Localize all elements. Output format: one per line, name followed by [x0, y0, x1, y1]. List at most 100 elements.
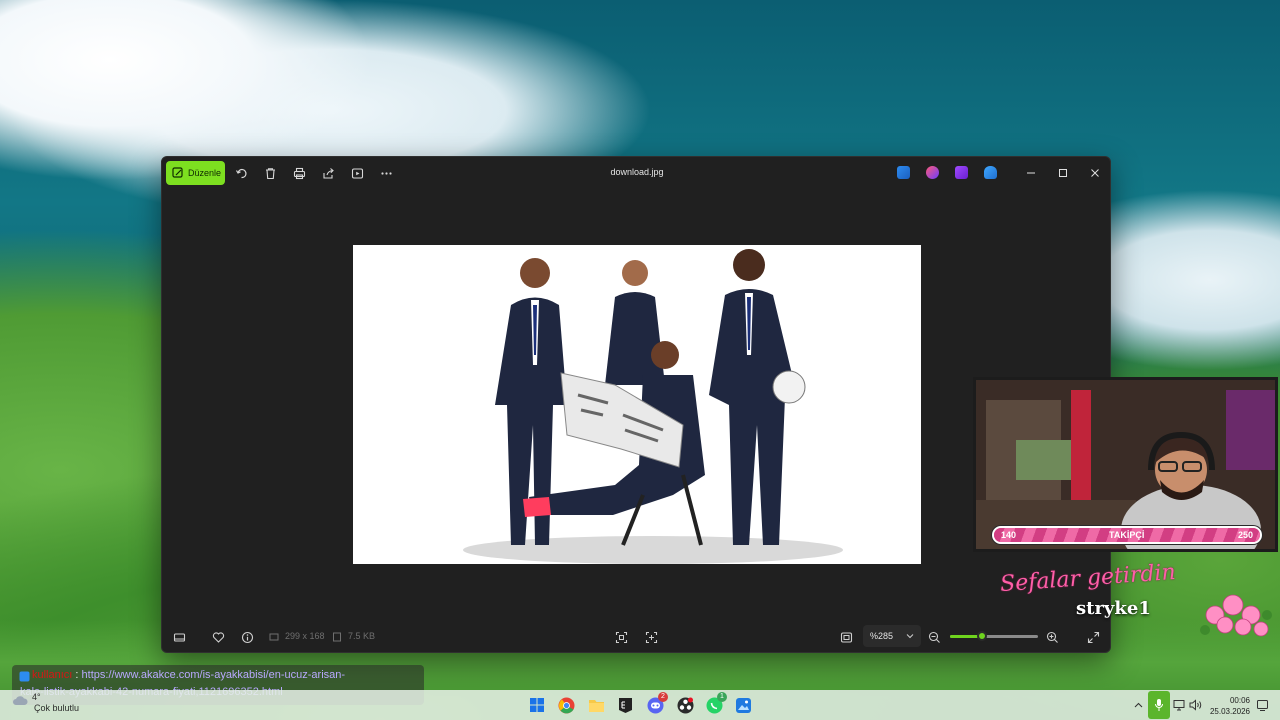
clipchamp-icon[interactable] [926, 166, 939, 179]
follower-goal-bar: 140 TAKİPÇİ 250 [992, 526, 1262, 544]
close-button[interactable] [1085, 163, 1105, 183]
window-title: download.jpg [610, 167, 664, 177]
volume-status[interactable] [1188, 696, 1204, 714]
share-icon [322, 167, 334, 179]
obs-icon [677, 697, 693, 713]
visual-search-icon [645, 631, 657, 643]
favorite-icon [212, 631, 224, 643]
whatsapp-badge: 1 [717, 692, 727, 702]
crop-icon [615, 631, 627, 643]
displayed-photo [353, 245, 921, 564]
tray-overflow-button[interactable] [1130, 696, 1146, 714]
taskbar-chrome[interactable] [556, 695, 576, 715]
info-button[interactable] [239, 629, 255, 645]
zoom-in-icon [1046, 631, 1058, 643]
onedrive-icon[interactable] [984, 166, 997, 179]
edit-icon [172, 167, 183, 178]
taskbar-clock[interactable]: 00:06 25.03.2026 [1206, 695, 1250, 717]
maximize-icon [1059, 169, 1067, 177]
chevron-up-icon [1134, 702, 1142, 707]
photos-icon [735, 697, 751, 713]
file-size: 7.5 KB [348, 631, 376, 641]
share-button[interactable] [318, 163, 338, 183]
weather-label: Çok bulutlu [34, 703, 80, 713]
windows-logo-icon [530, 698, 544, 712]
discord-badge: 2 [658, 692, 668, 702]
print-button[interactable] [289, 163, 309, 183]
follower-label: TAKİPÇİ [1109, 530, 1145, 540]
app-icon [19, 671, 30, 682]
zoom-slider[interactable] [950, 631, 1038, 641]
clock-date: 25.03.2026 [1209, 707, 1250, 716]
follower-min: 140 [1001, 530, 1017, 540]
follower-max: 250 [1237, 530, 1253, 540]
weather-widget[interactable]: 4° Çok bulutlu [12, 692, 79, 713]
rotate-icon [235, 168, 247, 178]
fullscreen-icon [1087, 631, 1099, 643]
zoom-out-button[interactable] [926, 629, 942, 645]
zoom-in-button[interactable] [1044, 629, 1060, 645]
flower-decoration-icon [1200, 594, 1272, 637]
zoom-dropdown[interactable]: %285 [863, 625, 921, 647]
file-size-icon [333, 632, 341, 642]
network-status[interactable] [1172, 696, 1188, 714]
zoom-value: %285 [870, 631, 894, 641]
edit-button-label: Düzenle [188, 168, 222, 178]
viewer-status-bar: 299 x 168 7.5 KB %285 [162, 620, 1110, 652]
photo-viewer-window: Düzenle download.jpg 299 x 168 7.5 KB %2… [161, 156, 1111, 653]
filmstrip-button[interactable] [171, 629, 187, 645]
taskbar-whatsapp[interactable]: 1 [704, 692, 727, 715]
photos-app-icon[interactable] [897, 166, 910, 179]
minimize-button[interactable] [1021, 163, 1041, 183]
designer-icon[interactable] [955, 166, 968, 179]
more-button[interactable] [376, 163, 396, 183]
photo-content [463, 249, 843, 564]
taskbar-file-explorer[interactable] [586, 695, 606, 715]
microphone-icon [1155, 699, 1163, 711]
start-button[interactable] [527, 695, 547, 715]
slideshow-button[interactable] [347, 163, 367, 183]
weather-temperature: 4° [32, 692, 41, 702]
zoom-out-icon [928, 631, 940, 643]
taskbar: 4° Çok bulutlu 2 1 00:06 25.03.2026 [0, 690, 1280, 720]
taskbar-photos[interactable] [733, 695, 753, 715]
image-dimensions: 299 x 168 [285, 631, 325, 641]
maximize-button[interactable] [1053, 163, 1073, 183]
delete-icon [265, 167, 275, 179]
cloud-icon [13, 696, 28, 705]
chat-username: kullanıcı [32, 669, 73, 681]
chrome-icon [558, 697, 574, 713]
crop-button[interactable] [613, 629, 629, 645]
dimensions-icon [269, 633, 279, 641]
rotate-button[interactable] [231, 163, 251, 183]
print-icon [293, 167, 305, 179]
slideshow-icon [351, 167, 363, 179]
minimize-icon [1027, 172, 1035, 174]
taskbar-discord[interactable]: 2 [645, 692, 668, 715]
notifications-button[interactable] [1254, 696, 1270, 714]
delete-button[interactable] [260, 163, 280, 183]
visual-search-button[interactable] [643, 629, 659, 645]
edit-button[interactable]: Düzenle [166, 161, 225, 185]
more-icon [380, 171, 392, 175]
filmstrip-icon [173, 632, 185, 642]
volume-icon [1189, 699, 1202, 711]
taskbar-epic-games[interactable] [615, 695, 635, 715]
close-icon [1091, 169, 1099, 177]
network-icon [1173, 700, 1185, 711]
favorite-button[interactable] [210, 629, 226, 645]
fullscreen-button[interactable] [1085, 629, 1101, 645]
chat-link-line1[interactable]: https://www.akakce.com/is-ayakkabisi/en-… [82, 669, 345, 681]
microphone-indicator[interactable] [1148, 691, 1170, 719]
chevron-down-icon [906, 634, 914, 639]
epic-games-icon [618, 697, 632, 713]
title-bar: Düzenle download.jpg [162, 157, 1110, 189]
info-icon [241, 631, 253, 643]
overlay-streamer-name: stryke1 [1076, 598, 1151, 619]
zoom-slider-thumb[interactable] [976, 631, 987, 641]
taskbar-obs[interactable] [675, 695, 695, 715]
notification-icon [1256, 699, 1268, 711]
folder-icon [588, 699, 604, 712]
fit-to-window-button[interactable] [838, 629, 854, 645]
fit-to-window-icon [840, 631, 852, 643]
